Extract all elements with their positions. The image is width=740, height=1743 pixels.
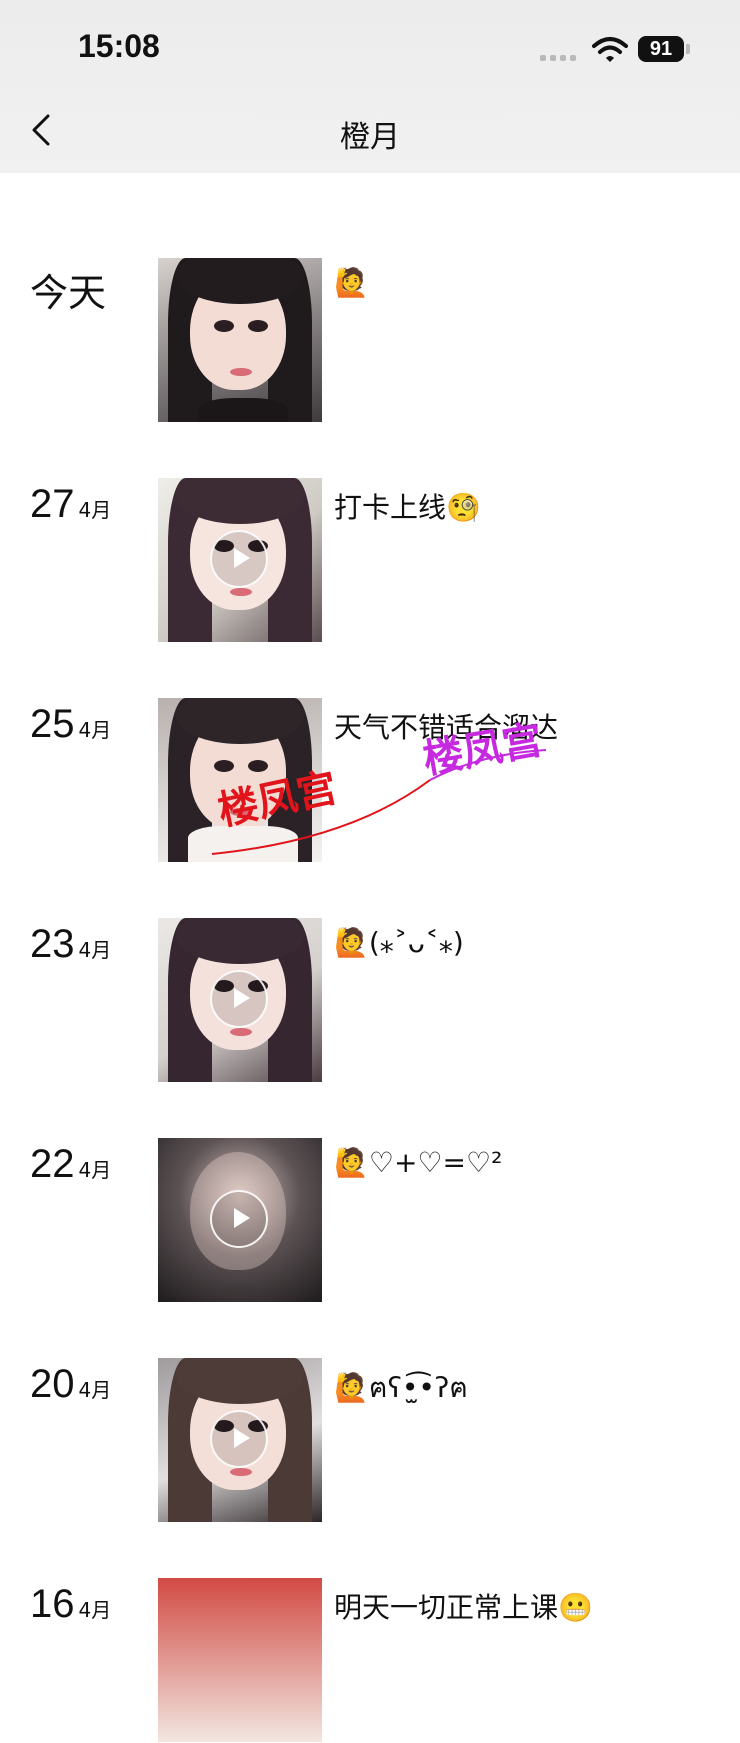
entry-date: 27 4月 xyxy=(30,482,111,527)
video-thumbnail[interactable] xyxy=(158,478,322,642)
entry-date: 今天 xyxy=(30,262,106,317)
list-item[interactable]: 27 4月 打卡上线🧐 xyxy=(0,478,740,643)
list-item[interactable]: 22 4月 🙋♡+♡=♡² xyxy=(0,1138,740,1303)
entry-day: 23 xyxy=(30,922,75,966)
cellular-signal-icon xyxy=(540,52,580,62)
entry-month: 4月 xyxy=(78,1158,112,1182)
video-thumbnail[interactable] xyxy=(158,1358,322,1522)
photo-thumbnail[interactable] xyxy=(158,1578,322,1742)
entry-day: 27 xyxy=(30,482,75,526)
entry-caption: 打卡上线🧐 xyxy=(334,491,481,524)
entry-caption: 🙋(⁎˃ᴗ˂⁎) xyxy=(334,926,464,959)
list-item[interactable]: 20 4月 🙋ฅʕ•̫͡•ʔฅ xyxy=(0,1358,740,1523)
entry-date: 23 4月 xyxy=(30,922,111,967)
play-icon xyxy=(210,1410,268,1468)
list-item[interactable]: 16 4月 明天一切正常上课😬 xyxy=(0,1578,740,1743)
list-item[interactable]: 25 4月 天气不错适合溜达 xyxy=(0,698,740,863)
list-item[interactable]: 23 4月 🙋(⁎˃ᴗ˂⁎) xyxy=(0,918,740,1083)
entry-day: 20 xyxy=(30,1362,75,1406)
top-bar: 15:08 91 橙月 xyxy=(0,0,740,173)
entry-month: 4月 xyxy=(78,1598,112,1622)
list-item[interactable]: 今天 🙋 xyxy=(0,258,740,423)
entry-caption: 明天一切正常上课😬 xyxy=(334,1591,593,1624)
entry-date: 25 4月 xyxy=(30,702,111,747)
entry-caption: 🙋♡+♡=♡² xyxy=(334,1146,503,1179)
entry-day: 16 xyxy=(30,1582,75,1626)
video-thumbnail[interactable] xyxy=(158,1138,322,1302)
video-thumbnail[interactable] xyxy=(158,918,322,1082)
wifi-icon xyxy=(592,37,628,62)
entry-date: 22 4月 xyxy=(30,1142,111,1187)
entry-date: 16 4月 xyxy=(30,1582,111,1627)
entry-month: 4月 xyxy=(78,938,112,962)
battery-indicator: 91 xyxy=(638,36,684,62)
play-icon xyxy=(210,530,268,588)
photo-thumbnail[interactable] xyxy=(158,258,322,422)
entry-caption: 🙋ฅʕ•̫͡•ʔฅ xyxy=(334,1371,468,1404)
entry-day: 25 xyxy=(30,702,75,746)
entry-day: 22 xyxy=(30,1142,75,1186)
play-icon xyxy=(210,1190,268,1248)
entry-date: 20 4月 xyxy=(30,1362,111,1407)
entry-day: 今天 xyxy=(30,271,107,315)
page-title: 橙月 xyxy=(340,120,400,155)
status-time: 15:08 xyxy=(78,28,160,64)
battery-cap xyxy=(686,44,690,54)
entry-month: 4月 xyxy=(78,718,112,742)
entry-month: 4月 xyxy=(78,498,112,522)
entry-month: 4月 xyxy=(78,1378,112,1402)
entry-caption: 🙋 xyxy=(334,266,369,299)
play-icon xyxy=(210,970,268,1028)
